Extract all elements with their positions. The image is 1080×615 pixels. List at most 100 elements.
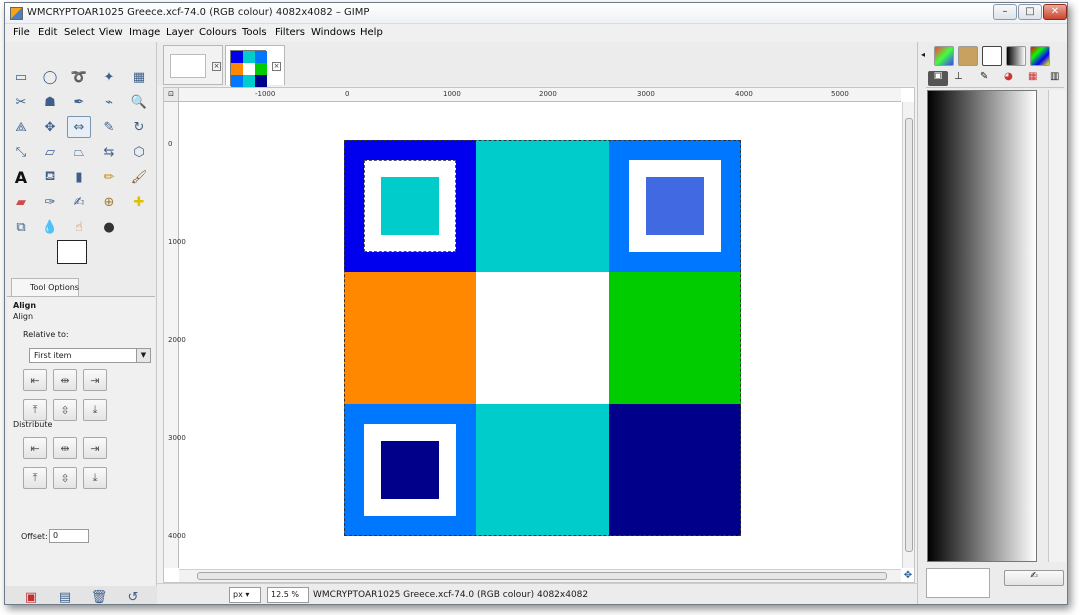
tab-gradients[interactable] <box>1006 46 1026 66</box>
menu-filters[interactable]: Filters <box>275 27 305 38</box>
palette-icon[interactable]: ▦ <box>1028 71 1037 82</box>
menu-view[interactable]: View <box>99 27 123 38</box>
distribute-middle-button[interactable]: ⇳ <box>53 467 77 489</box>
menu-tools[interactable]: Tools <box>242 27 267 38</box>
horizontal-scrollbar[interactable] <box>179 569 901 582</box>
align-right-button[interactable]: ⇥ <box>83 369 107 391</box>
vertical-scroll-thumb[interactable] <box>905 118 913 552</box>
foreground-select-icon[interactable]: ☗ <box>38 91 62 113</box>
tab-patterns[interactable] <box>958 46 978 66</box>
eraser-icon[interactable]: ▰ <box>9 191 33 213</box>
grid-icon[interactable]: ▥ <box>1050 71 1059 82</box>
align-top-button[interactable]: ⤒ <box>23 399 47 421</box>
pencil-icon[interactable]: ✏ <box>97 166 121 188</box>
blur-icon[interactable]: 💧 <box>38 216 62 238</box>
paths-icon[interactable]: ✒ <box>67 91 91 113</box>
foreground-color[interactable] <box>57 240 87 264</box>
align-middle-button[interactable]: ⇳ <box>53 399 77 421</box>
maximize-button[interactable]: □ <box>1018 4 1042 20</box>
move-icon[interactable]: ✥ <box>38 116 62 138</box>
horizontal-scroll-thumb[interactable] <box>197 572 887 580</box>
minimize-button[interactable]: – <box>993 4 1017 20</box>
color-picker-icon[interactable]: ⌁ <box>97 91 121 113</box>
color-select-icon[interactable]: ▦ <box>127 66 151 88</box>
rotate-icon[interactable]: ↻ <box>127 116 151 138</box>
dock-menu-icon[interactable]: ◂ <box>921 50 925 59</box>
brush-icon[interactable]: ✎ <box>980 71 988 82</box>
fonts-tab-icon[interactable]: ▣ <box>928 71 948 86</box>
restore-options-icon[interactable]: ▤ <box>53 586 77 605</box>
gradient-preview[interactable] <box>927 90 1037 562</box>
fuzzy-select-icon[interactable]: ✦ <box>97 66 121 88</box>
shear-icon[interactable]: ▱ <box>38 141 62 163</box>
reset-options-icon[interactable]: ↺ <box>121 586 145 605</box>
distribute-center-button[interactable]: ⇹ <box>53 437 77 459</box>
vertical-scrollbar[interactable] <box>902 102 914 568</box>
rect-select-icon[interactable]: ▭ <box>9 66 33 88</box>
color-wheel-icon[interactable]: ◕ <box>1004 71 1013 82</box>
align-center-button[interactable]: ⇹ <box>53 369 77 391</box>
menu-layer[interactable]: Layer <box>166 27 194 38</box>
image-tab-greece[interactable]: × <box>225 45 285 87</box>
bucket-fill-icon[interactable]: ⛾ <box>38 166 62 188</box>
tab-brushes[interactable] <box>982 46 1002 66</box>
dodge-burn-icon[interactable]: ● <box>97 216 121 238</box>
crop-icon[interactable]: ✎ <box>97 116 121 138</box>
heal-icon[interactable]: ✚ <box>127 191 151 213</box>
save-options-icon[interactable]: ▣ <box>19 586 43 605</box>
unit-select[interactable]: px ▾ <box>229 587 261 603</box>
dock-vertical-scrollbar[interactable] <box>1048 90 1066 562</box>
menu-windows[interactable]: Windows <box>311 27 356 38</box>
ink-icon[interactable]: ✍ <box>67 191 91 213</box>
distribute-left-button[interactable]: ⇤ <box>23 437 47 459</box>
fg-bg-colors[interactable] <box>57 240 103 276</box>
menu-file[interactable]: File <box>13 27 30 38</box>
canvas-area[interactable]: ⊡ -1000 0 1000 2000 3000 4000 5000 0 100… <box>163 87 915 583</box>
navigate-icon[interactable]: ✥ <box>902 569 914 582</box>
close-tab-icon[interactable]: × <box>272 62 281 71</box>
distribute-top-button[interactable]: ⤒ <box>23 467 47 489</box>
offset-input[interactable]: 0 <box>49 529 89 543</box>
menu-image[interactable]: Image <box>129 27 160 38</box>
close-button[interactable]: ✕ <box>1043 4 1067 20</box>
align-bottom-button[interactable]: ⤓ <box>83 399 107 421</box>
image-tab-blank[interactable]: × <box>163 45 223 85</box>
paintbrush-icon[interactable]: 🖌 <box>127 166 151 188</box>
measure-icon[interactable]: ⟁ <box>9 116 33 138</box>
scissors-icon[interactable]: ✂ <box>9 91 33 113</box>
ellipse-select-icon[interactable]: ◯ <box>38 66 62 88</box>
tab-palettes[interactable] <box>934 46 954 66</box>
menu-edit[interactable]: Edit <box>38 27 57 38</box>
zoom-icon[interactable]: 🔍 <box>127 91 151 113</box>
tab-tool-options[interactable]: Tool Options <box>11 278 79 296</box>
ruler-label: 5000 <box>831 90 849 98</box>
blend-icon[interactable]: ▮ <box>67 166 91 188</box>
airbrush-icon[interactable]: ✑ <box>38 191 62 213</box>
clone-icon[interactable]: ⊕ <box>97 191 121 213</box>
align-left-button[interactable]: ⇤ <box>23 369 47 391</box>
smudge-icon[interactable]: ☝ <box>67 216 91 238</box>
lasso-icon[interactable]: ➰ <box>67 66 91 88</box>
text-icon[interactable]: A <box>9 166 33 188</box>
flip-icon[interactable]: ⇆ <box>97 141 121 163</box>
close-tab-icon[interactable]: × <box>212 62 221 71</box>
distribute-right-button[interactable]: ⇥ <box>83 437 107 459</box>
cage-icon[interactable]: ⬡ <box>127 141 151 163</box>
ruler-label: 4000 <box>735 90 753 98</box>
menu-help[interactable]: Help <box>360 27 383 38</box>
greece-image[interactable] <box>344 140 741 536</box>
edit-gradient-icon[interactable]: ✍ <box>1004 570 1064 586</box>
perspective-clone-icon[interactable]: ⧉ <box>9 216 33 238</box>
tab-colormap[interactable] <box>1030 46 1050 66</box>
distribute-bottom-button[interactable]: ⤓ <box>83 467 107 489</box>
delete-options-icon[interactable]: 🗑 <box>87 586 111 605</box>
stamp-icon[interactable]: ⊥ <box>954 71 963 82</box>
menu-select[interactable]: Select <box>64 27 95 38</box>
scale-icon[interactable]: ⤡ <box>9 141 33 163</box>
perspective-icon[interactable]: ⏢ <box>67 141 91 163</box>
menu-colours[interactable]: Colours <box>199 27 237 38</box>
relative-to-select[interactable]: First item ▼ <box>29 348 151 363</box>
align-icon[interactable]: ⇔ <box>67 116 91 138</box>
zoom-select[interactable]: 12.5 % <box>267 587 309 603</box>
quick-mask-icon[interactable]: ⊡ <box>164 88 179 102</box>
